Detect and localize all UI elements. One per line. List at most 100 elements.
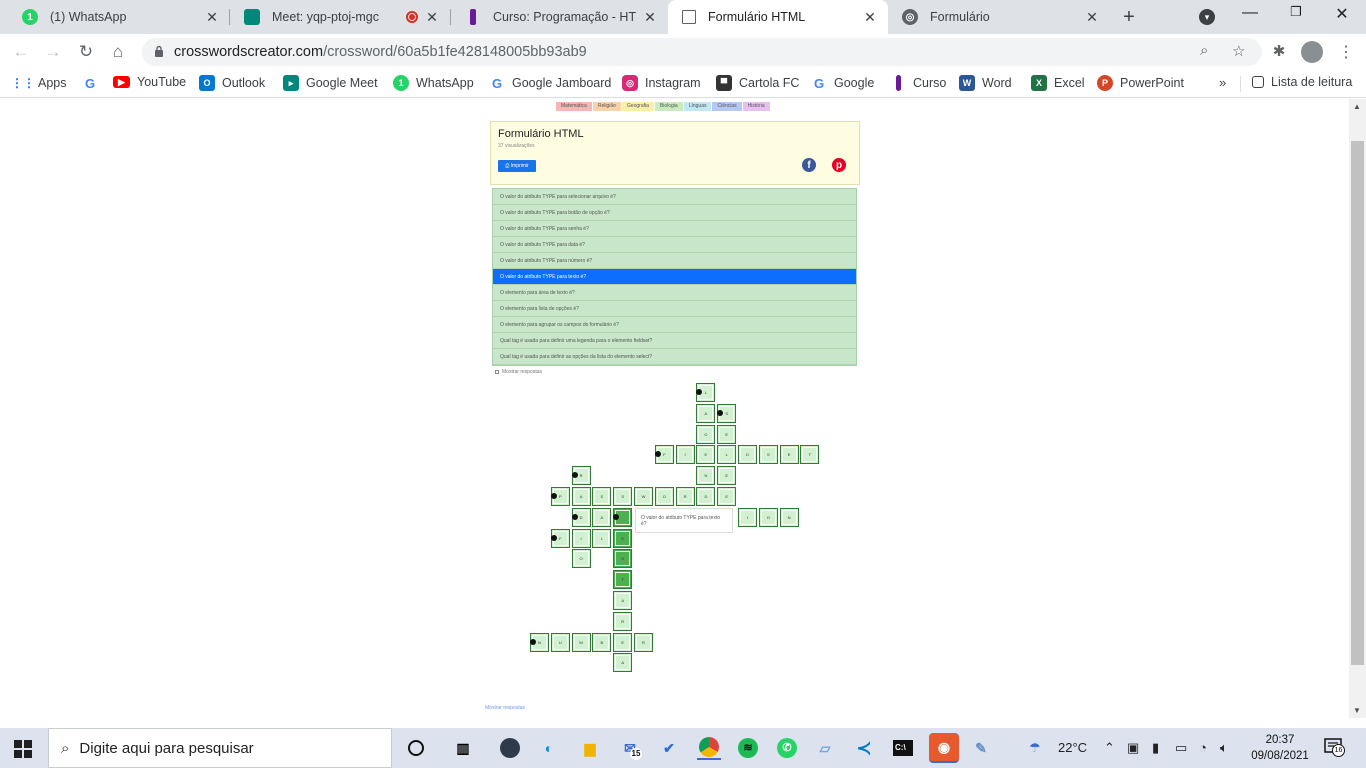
crossword-cell[interactable]: S	[758, 445, 778, 465]
address-bar[interactable]: crosswordscreator.com/crossword/60a5b1fe…	[142, 38, 1262, 66]
crossword-cell[interactable]: X	[613, 549, 633, 569]
extensions-puzzle-icon[interactable]: ✱	[1268, 41, 1290, 63]
close-tab-icon[interactable]: ✕	[862, 9, 878, 26]
wifi-icon[interactable]: ◔	[1199, 740, 1207, 755]
crossword-cell[interactable]: I	[675, 445, 695, 465]
crossword-cell[interactable]: I	[571, 528, 591, 548]
crossword-cell[interactable]: D	[738, 445, 757, 465]
bookmark-instagram[interactable]: ◎ Instagram	[622, 75, 701, 91]
crossword-cell[interactable]: E	[779, 445, 799, 465]
crossword-cell[interactable]: T	[800, 445, 820, 465]
back-arrow-icon[interactable]: ←	[10, 41, 32, 63]
crossword-cell[interactable]: G	[696, 424, 716, 444]
tab-formulario-html[interactable]: Formulário HTML ✕	[668, 0, 888, 34]
bookmark-curso[interactable]: Curso	[891, 75, 946, 91]
task-view-icon[interactable]: ▥	[451, 736, 475, 760]
close-tab-icon[interactable]: ✕	[642, 9, 658, 26]
bookmark-google-meet[interactable]: ▸ Google Meet	[283, 75, 378, 91]
crossword-cell[interactable]: B	[592, 632, 612, 652]
crossword-cell[interactable]: N	[779, 507, 799, 527]
notepad-icon[interactable]: ▱	[813, 736, 837, 760]
file-explorer-icon[interactable]: ▆	[578, 736, 602, 760]
clue-item[interactable]: Qual tag é usada para definir uma legend…	[493, 333, 856, 349]
scroll-up-icon[interactable]: ▲	[1353, 102, 1361, 111]
close-tab-icon[interactable]: ✕	[1084, 9, 1100, 26]
page-scrollbar[interactable]: ▲ ▼	[1349, 99, 1366, 718]
crossword-cell[interactable]: T	[613, 570, 633, 590]
bookmark-word[interactable]: W Word	[959, 75, 1012, 91]
category-geografia[interactable]: Geografia	[621, 102, 654, 111]
microphone-icon[interactable]: ▮	[1152, 740, 1159, 756]
crossword-cell[interactable]: O	[654, 487, 674, 506]
paint-icon[interactable]: ✎	[969, 736, 993, 760]
checkbox[interactable]	[495, 370, 499, 374]
crossword-cell[interactable]: W	[634, 487, 653, 506]
media-app-icon[interactable]	[498, 736, 522, 760]
crossword-cell[interactable]: N	[696, 466, 716, 486]
crossword-cell[interactable]: R	[634, 632, 653, 652]
crossword-cell[interactable]: R	[675, 487, 695, 506]
taskbar-search[interactable]: ⌕ Digite aqui para pesquisar	[48, 728, 392, 768]
clue-item[interactable]: O elemento para lista de opções é?	[493, 301, 856, 317]
bookmark-apps[interactable]: ⋮⋮ Apps	[11, 75, 67, 91]
tab-curso[interactable]: Curso: Programação - HTML e ✕	[451, 0, 668, 34]
crossword-cell[interactable]: L	[717, 445, 737, 465]
bookmark-jamboard[interactable]: G Google Jamboard	[489, 75, 611, 91]
crossword-cell[interactable]: E	[613, 632, 633, 652]
crossword-cell[interactable]: U	[550, 632, 570, 652]
clue-item[interactable]: O valor do atributo TYPE para número é?	[493, 253, 856, 269]
forward-arrow-icon[interactable]: →	[42, 41, 64, 63]
category-historia[interactable]: História	[742, 102, 770, 111]
more-bookmarks-icon[interactable]: »	[1219, 75, 1226, 90]
bookmark-excel[interactable]: X Excel	[1031, 75, 1085, 91]
clock[interactable]: 20:37 09/08/2021	[1248, 732, 1312, 764]
bookmark-google[interactable]: G	[82, 75, 105, 91]
tab-meet[interactable]: Meet: yqp-ptoj-mgc ✕	[230, 0, 450, 34]
vscode-icon[interactable]: ≺	[852, 736, 876, 760]
crossword-cell[interactable]: O	[571, 549, 591, 569]
crossword-cell[interactable]: A	[696, 403, 716, 423]
crossword-cell[interactable]: E	[717, 466, 737, 486]
tab-search-icon[interactable]: ▾	[1199, 9, 1215, 25]
terminal-icon[interactable]: C:\	[891, 736, 915, 760]
crossword-cell[interactable]: E	[717, 424, 737, 444]
crossword-cell[interactable]: A	[613, 653, 633, 673]
edge-icon[interactable]: ◐	[537, 736, 561, 760]
clue-item[interactable]: O valor do atributo TYPE para selecionar…	[493, 189, 856, 205]
todo-icon[interactable]: ✔	[657, 736, 681, 760]
crossword-cell[interactable]: A	[613, 591, 633, 610]
show-answers-toggle[interactable]: Mostrar respostas	[495, 369, 542, 375]
reading-list-button[interactable]: Lista de leitura	[1252, 75, 1352, 89]
bookmark-whatsapp[interactable]: 1 WhatsApp	[393, 75, 474, 91]
close-tab-icon[interactable]: ✕	[424, 9, 440, 26]
camera-icon[interactable]: ▣	[1127, 740, 1139, 756]
bookmark-youtube[interactable]: ▶ YouTube	[113, 75, 186, 89]
facebook-icon[interactable]: f	[802, 158, 816, 172]
scrollbar-thumb[interactable]	[1351, 141, 1364, 665]
crossword-cell[interactable]: S	[592, 487, 612, 506]
bookmark-cartola[interactable]: ▀ Cartola FC	[716, 75, 799, 91]
clue-item[interactable]: Qual tag é usada para definir as opções …	[493, 349, 856, 365]
zoom-search-icon[interactable]: ⌕	[1200, 42, 1208, 59]
crossword-cell[interactable]: L	[592, 528, 612, 548]
volume-icon[interactable]: 🔈︎	[1220, 740, 1228, 756]
close-tab-icon[interactable]: ✕	[204, 9, 220, 26]
minimize-icon[interactable]: —	[1238, 4, 1262, 22]
whatsapp-taskbar-icon[interactable]: ✆	[775, 736, 799, 760]
notification-center-icon[interactable]: 16	[1324, 738, 1345, 757]
print-button[interactable]: ⎙ Imprimir	[498, 160, 536, 172]
reload-icon[interactable]: ↻	[75, 41, 97, 63]
crossword-cell[interactable]: E	[696, 445, 716, 465]
clue-item[interactable]: O elemento para agrupar os campos do for…	[493, 317, 856, 333]
crossword-cell[interactable]: I	[738, 507, 757, 527]
scroll-down-icon[interactable]: ▼	[1353, 706, 1361, 715]
crossword-cell[interactable]: A	[571, 487, 591, 506]
windows-start-icon[interactable]	[14, 740, 32, 758]
crossword-cell[interactable]: A	[592, 507, 612, 527]
mail-icon[interactable]: ✉ 15	[618, 736, 642, 760]
home-icon[interactable]: ⌂	[107, 41, 129, 63]
clue-item[interactable]: O valor do atributo TYPE para data é?	[493, 237, 856, 253]
crossword-cell[interactable]: R	[613, 611, 633, 631]
restore-icon[interactable]: ❐	[1284, 4, 1308, 20]
clue-item[interactable]: O elemento para área de texto é?	[493, 285, 856, 301]
